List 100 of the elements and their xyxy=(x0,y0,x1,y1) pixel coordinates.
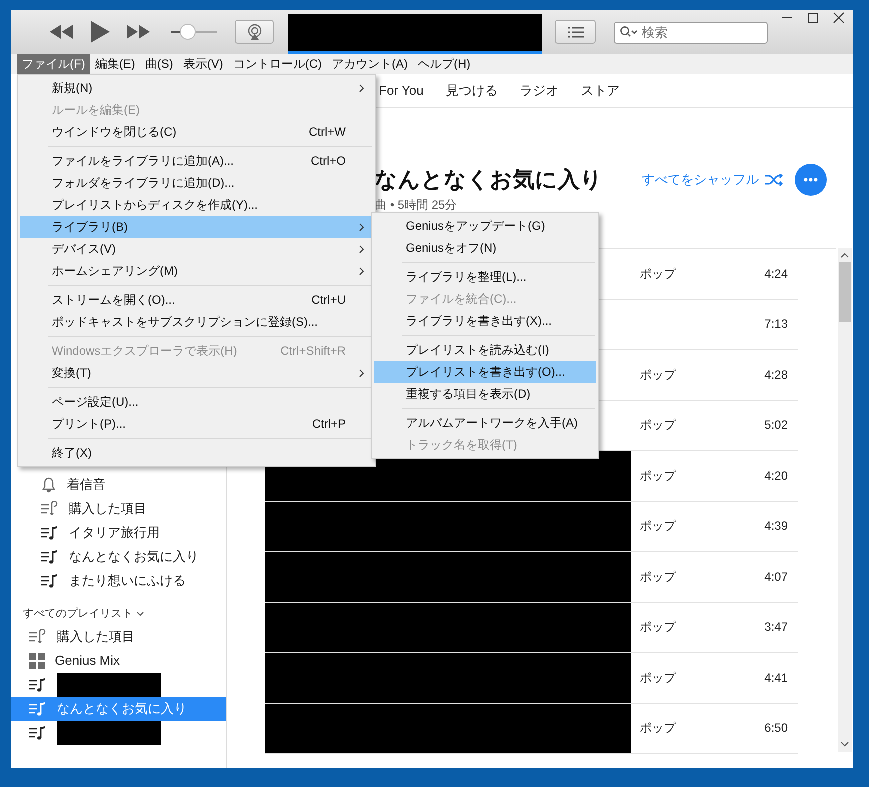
close-icon[interactable] xyxy=(833,12,845,24)
playlist-icon xyxy=(29,725,47,741)
duration-cell-text: 4:07 xyxy=(764,568,788,586)
playlist-icon xyxy=(41,573,59,589)
menu-item[interactable]: ファイルをライブラリに追加(A)... Ctrl+O xyxy=(20,150,373,172)
genre-cell-text: ポップ xyxy=(640,720,676,738)
menu-item[interactable]: プレイリストからディスクを作成(Y)... xyxy=(20,194,373,216)
playlist-icon xyxy=(29,701,47,717)
menu-item[interactable]: ライブラリ(B) xyxy=(20,216,373,238)
duration-cell-text: 4:39 xyxy=(764,518,788,536)
nav-tab[interactable]: 見つける xyxy=(446,80,498,100)
playlist-title: なんとなくお気に入り xyxy=(375,166,603,194)
menu-item[interactable]: ライブラリを整理(L)... xyxy=(374,266,596,288)
menu-item[interactable]: Geniusをアップデート(G) xyxy=(374,215,596,237)
section-title: すべてのプレイリスト xyxy=(23,606,133,622)
playlist-icon xyxy=(29,677,47,693)
menu-bar-item[interactable]: ヘルプ(H) xyxy=(413,54,476,74)
menu-item[interactable]: プレイリストを書き出す(O)... xyxy=(374,361,596,383)
track-row[interactable]: ポップ 3:47 xyxy=(265,602,798,653)
menu-item[interactable]: Geniusをオフ(N) xyxy=(374,237,596,259)
menu-item[interactable]: 変換(T) xyxy=(20,362,373,384)
volume-slider[interactable] xyxy=(171,24,217,40)
airplay-button[interactable] xyxy=(235,20,274,44)
genre-cell-text: ポップ xyxy=(640,266,676,283)
menu-item[interactable]: 重複する項目を表示(D) xyxy=(374,383,596,405)
sidebar-item[interactable]: 購入した項目 xyxy=(11,625,226,649)
purchased-list-icon xyxy=(29,629,47,645)
menu-item[interactable]: アルバムアートワークを入手(A) xyxy=(374,412,596,434)
sidebar-item[interactable]: イタリア旅行用 xyxy=(11,521,226,545)
genre-cell-text: ポップ xyxy=(640,518,676,536)
scrollbar[interactable] xyxy=(838,248,852,752)
duration-cell-text: 4:41 xyxy=(764,670,788,687)
menu-item[interactable]: ホームシェアリング(M) xyxy=(20,260,373,282)
nav-tab[interactable]: For You xyxy=(379,80,424,100)
maximize-icon[interactable] xyxy=(807,12,819,24)
genre-cell-text: ポップ xyxy=(640,619,676,636)
scroll-up-icon[interactable] xyxy=(841,253,849,258)
genre-cell-text: ポップ xyxy=(640,670,676,687)
chevron-right-icon xyxy=(359,222,365,232)
menu-item[interactable]: ストリームを開く(O)... Ctrl+U xyxy=(20,289,373,311)
sidebar-item[interactable]: 購入した項目 xyxy=(11,497,226,521)
scroll-down-icon[interactable] xyxy=(841,742,849,747)
menu-item[interactable]: ポッドキャストをサブスクリプションに登録(S)... xyxy=(20,311,373,333)
airplay-icon xyxy=(246,24,262,40)
playlist-summary: 曲 • 5時間 25分 xyxy=(375,197,458,214)
list-view-button[interactable] xyxy=(555,20,596,44)
sidebar-item[interactable]: Genius Mix xyxy=(11,649,226,673)
menu-item[interactable]: フォルダをライブラリに追加(D)... xyxy=(20,172,373,194)
menu-item[interactable]: ウインドウを閉じる(C) Ctrl+W xyxy=(20,121,373,143)
duration-cell-text: 4:24 xyxy=(764,266,788,283)
shuffle-link[interactable]: すべてをシャッフル xyxy=(642,170,783,190)
sidebar-item[interactable]: 着信音 xyxy=(11,473,226,497)
nav-tab[interactable]: ラジオ xyxy=(520,80,559,100)
scroll-thumb[interactable] xyxy=(839,262,851,322)
menu-item[interactable]: プリント(P)... Ctrl+P xyxy=(20,413,373,435)
chevron-down-icon[interactable] xyxy=(137,612,144,616)
duration-cell-text: 4:28 xyxy=(764,366,788,384)
menu-bar-item[interactable]: ファイル(F) xyxy=(17,54,90,74)
search-icon xyxy=(620,26,638,38)
next-icon[interactable] xyxy=(126,25,150,39)
duration-cell-text: 4:20 xyxy=(764,468,788,485)
menu-item[interactable]: プレイリストを読み込む(I) xyxy=(374,339,596,361)
more-button[interactable] xyxy=(795,164,827,196)
previous-icon[interactable] xyxy=(50,25,74,39)
menu-bar-item[interactable]: 編集(E) xyxy=(90,54,140,74)
duration-cell-text: 7:13 xyxy=(764,316,788,334)
list-icon xyxy=(568,26,584,38)
menu-item[interactable]: ライブラリを書き出す(X)... xyxy=(374,310,596,332)
playlist-icon xyxy=(41,525,59,541)
genre-cell-text: ポップ xyxy=(640,568,676,586)
bell-icon xyxy=(41,477,57,493)
grid-icon xyxy=(29,653,45,669)
shuffle-icon xyxy=(765,174,783,186)
play-icon[interactable] xyxy=(90,21,110,43)
chevron-right-icon xyxy=(359,244,365,254)
search-field[interactable]: 検索 xyxy=(614,22,768,44)
volume-thumb[interactable] xyxy=(180,24,196,40)
menu-item[interactable]: 新規(N) xyxy=(20,77,373,99)
nav-tab[interactable]: ストア xyxy=(580,80,620,100)
more-icon xyxy=(804,178,818,182)
chevron-right-icon xyxy=(359,266,365,276)
menu-item[interactable]: デバイス(V) xyxy=(20,238,373,260)
duration-cell-text: 5:02 xyxy=(764,417,788,434)
track-row[interactable]: ポップ 4:39 xyxy=(265,502,798,552)
genre-cell-text: ポップ xyxy=(640,417,676,434)
menu-bar-item[interactable]: 表示(V) xyxy=(178,54,228,74)
track-row[interactable]: ポップ 4:41 xyxy=(265,653,798,704)
sidebar-item[interactable]: なんとなくお気に入り xyxy=(11,545,226,569)
menu-bar-item[interactable]: コントロール(C) xyxy=(228,54,327,74)
chevron-right-icon xyxy=(359,368,365,378)
track-row[interactable]: ポップ 4:07 xyxy=(265,552,798,602)
sidebar-item[interactable]: またり想いにふける xyxy=(11,569,226,593)
menu-bar-item[interactable]: 曲(S) xyxy=(140,54,178,74)
track-row[interactable]: ポップ 6:50 xyxy=(265,704,798,754)
menu-item[interactable]: ページ設定(U)... xyxy=(20,391,373,413)
menu-bar-item[interactable]: アカウント(A) xyxy=(327,54,413,74)
duration-cell-text: 3:47 xyxy=(764,619,788,636)
duration-cell-text: 6:50 xyxy=(764,720,788,738)
genre-cell-text: ポップ xyxy=(640,366,676,384)
genre-cell-text: ポップ xyxy=(640,468,676,485)
